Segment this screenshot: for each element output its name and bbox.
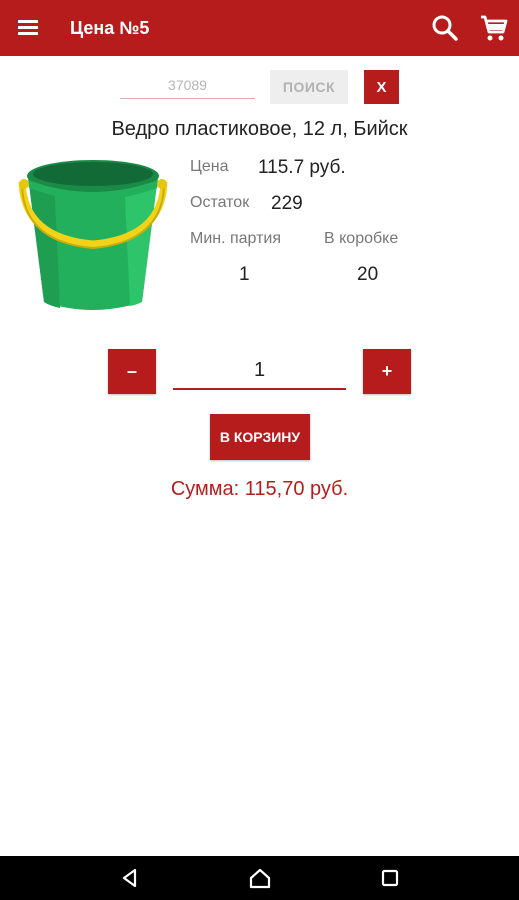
search-button[interactable]: ПОИСК <box>270 70 348 104</box>
stock-value: 229 <box>271 193 303 214</box>
app-title: Цена №5 <box>70 18 150 38</box>
min-batch-value: 1 <box>239 264 250 285</box>
back-triangle-icon[interactable] <box>118 866 142 890</box>
add-to-cart-button[interactable]: В КОРЗИНУ <box>210 414 310 460</box>
decrease-quantity-button[interactable]: – <box>108 349 156 394</box>
hamburger-menu-icon[interactable] <box>16 16 40 40</box>
min-batch-label: Мин. партия <box>190 230 282 247</box>
clear-search-button[interactable]: X <box>364 70 399 104</box>
per-box-label: В коробке <box>324 230 399 247</box>
system-navigation-bar <box>0 856 519 900</box>
search-row: ПОИСК X <box>0 68 519 104</box>
app-bar: Цена №5 <box>0 0 519 56</box>
product-image <box>14 152 172 320</box>
stock-label: Остаток <box>190 194 250 211</box>
quantity-input[interactable] <box>173 352 346 390</box>
recents-square-icon[interactable] <box>378 866 402 890</box>
price-label: Цена <box>190 158 229 175</box>
per-box-value: 20 <box>357 264 379 285</box>
increase-quantity-button[interactable]: + <box>363 349 411 394</box>
order-total: Сумма: 115,70 руб. <box>170 478 349 500</box>
product-title: Ведро пластиковое, 12 л, Бийск <box>111 118 408 140</box>
price-value: 115.7 руб. <box>258 157 346 178</box>
home-icon[interactable] <box>248 866 272 890</box>
shopping-cart-icon[interactable] <box>478 12 510 44</box>
search-input[interactable] <box>120 72 255 99</box>
search-icon[interactable] <box>429 12 461 44</box>
